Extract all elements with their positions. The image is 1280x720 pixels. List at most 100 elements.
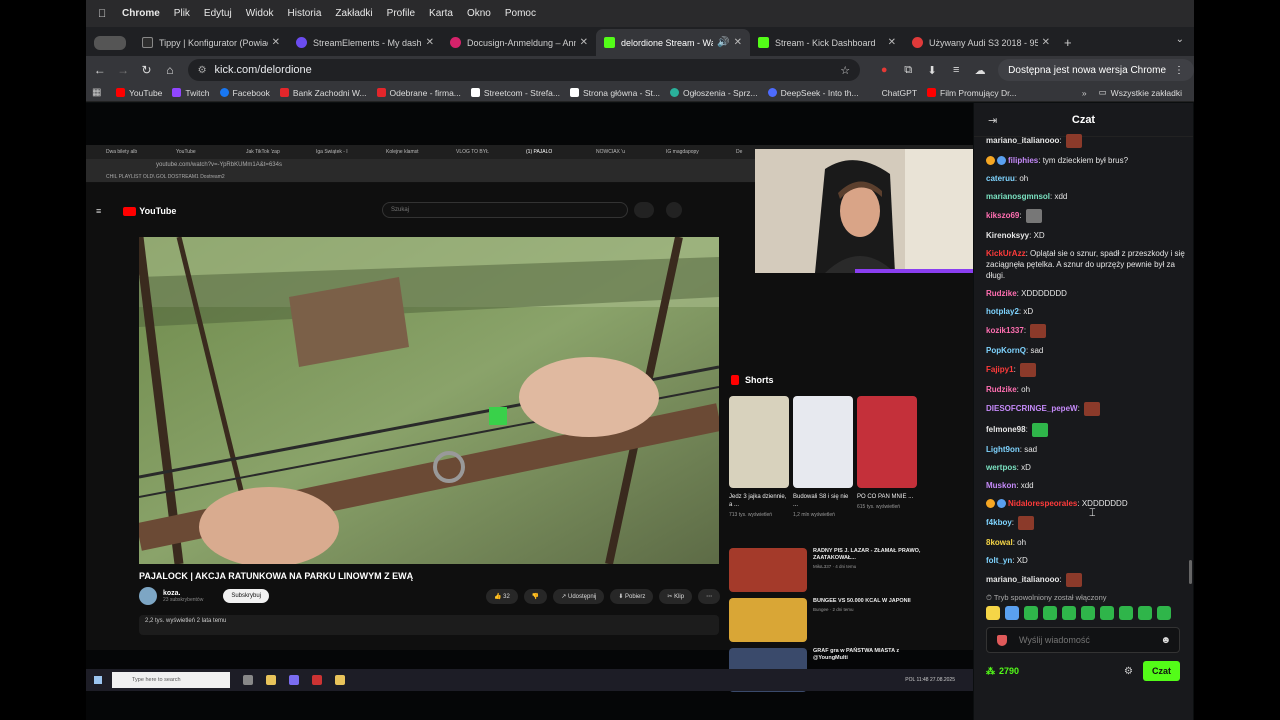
menu-widok[interactable]: Widok [246, 8, 274, 19]
tab-kick-dashboard[interactable]: Stream - Kick Dashboard ✕ [750, 29, 904, 56]
home-icon[interactable]: ⌂ [158, 63, 181, 77]
bookmark-chatgpt[interactable]: ChatGPT [868, 88, 917, 98]
channel-points[interactable]: ⁂ 2790 [986, 666, 1019, 677]
all-bookmarks-label: Wszystkie zakładki [1110, 87, 1182, 98]
bookmark-star-icon[interactable]: ☆ [840, 64, 850, 77]
chat-username[interactable]: 8kowal [986, 538, 1013, 547]
captured-tab: VLOG TO BYŁ [456, 149, 489, 155]
record-extension-icon[interactable]: ● [872, 64, 896, 76]
close-icon[interactable]: ✕ [272, 37, 280, 48]
bookmark-streetcom[interactable]: Streetcom - Strefa... [470, 88, 560, 98]
chat-username[interactable]: Light9on [986, 445, 1020, 454]
tab-audi[interactable]: Używany Audi S3 2018 - 95 0 ✕ [904, 29, 1058, 56]
emote-icon[interactable] [1043, 606, 1057, 620]
chat-username[interactable]: f4kboy [986, 518, 1012, 527]
chat-username[interactable]: kikszo69 [986, 211, 1019, 220]
apps-grid-icon[interactable]: ▦ [92, 87, 116, 98]
site-info-icon[interactable]: ⚙ [198, 65, 207, 76]
chat-username[interactable]: Rudzike [986, 289, 1017, 298]
menu-edytuj[interactable]: Edytuj [204, 8, 232, 19]
tab-search-chevron-icon[interactable]: ⌄ [1176, 34, 1184, 45]
extensions-puzzle-icon[interactable]: ⧉ [896, 64, 920, 77]
menu-okno[interactable]: Okno [467, 8, 491, 19]
close-icon[interactable]: ✕ [1042, 37, 1050, 48]
chat-username[interactable]: Muskon [986, 481, 1016, 490]
menu-zakladki[interactable]: Zakładki [335, 8, 372, 19]
menu-pomoc[interactable]: Pomoc [505, 8, 536, 19]
chat-input-box[interactable]: ☻ [986, 627, 1180, 653]
bookmarks-overflow-icon[interactable]: » [1082, 88, 1087, 98]
menu-plik[interactable]: Plik [174, 8, 190, 19]
emote-icon[interactable] [1100, 606, 1114, 620]
close-icon[interactable]: ✕ [888, 37, 896, 48]
chat-username[interactable]: KickUrAzz [986, 249, 1026, 258]
bookmark-ogloszenia[interactable]: Ogłoszenia - Sprz... [669, 88, 758, 98]
back-icon[interactable]: ← [88, 63, 111, 77]
bookmark-twitch[interactable]: Twitch [172, 88, 210, 98]
menu-profile[interactable]: Profile [387, 8, 415, 19]
chat-username[interactable]: cateruu [986, 174, 1015, 183]
close-icon[interactable]: ✕ [426, 37, 434, 48]
chat-username[interactable]: Fajipy1 [986, 365, 1014, 374]
emote-icon[interactable] [1157, 606, 1171, 620]
bookmark-bank[interactable]: Bank Zachodni W... [279, 88, 367, 98]
apple-icon[interactable]:  [98, 8, 112, 20]
menu-app-name[interactable]: Chrome [122, 8, 160, 19]
chat-username[interactable]: marianosgmnsol [986, 192, 1050, 201]
chat-username[interactable]: filiphies [1008, 156, 1038, 165]
chat-scrollbar[interactable] [1189, 560, 1192, 584]
bookmark-deepseek[interactable]: DeepSeek - Into th... [767, 88, 859, 98]
send-chat-button[interactable]: Czat [1142, 661, 1180, 681]
tab-docusign[interactable]: Docusign-Anmeldung – Anm ✕ [442, 29, 596, 56]
bookmark-strona-glowna[interactable]: Strona główna - St... [569, 88, 660, 98]
new-tab-icon[interactable]: + [1064, 35, 1072, 50]
tab-delordione-stream[interactable]: delordione Stream - Watc 🔊 ✕ [596, 29, 750, 56]
emote-xd-icon[interactable] [986, 606, 1000, 620]
download-icon[interactable]: ⬇ [920, 64, 944, 77]
more-menu-icon[interactable]: ⋮ [1174, 65, 1184, 76]
bookmark-youtube[interactable]: YouTube [116, 88, 162, 98]
bookmark-facebook[interactable]: Facebook [219, 88, 270, 98]
emoji-picker-icon[interactable]: ☻ [1160, 635, 1171, 646]
chat-username[interactable]: felmone98 [986, 425, 1026, 434]
emote-icon[interactable] [1119, 606, 1133, 620]
chat-username[interactable]: mariano_italianooo [986, 136, 1059, 145]
chat-message-input[interactable] [1019, 635, 1149, 645]
menu-karta[interactable]: Karta [429, 8, 453, 19]
close-icon[interactable]: ✕ [580, 37, 588, 48]
chat-username[interactable]: hotplay2 [986, 307, 1019, 316]
chat-username[interactable]: mariano_italianooo [986, 575, 1059, 584]
forward-icon[interactable]: → [111, 63, 134, 77]
chrome-update-button[interactable]: Dostępna jest nowa wersja Chrome ⋮ [998, 59, 1195, 81]
reload-icon[interactable]: ↻ [135, 63, 158, 77]
tab-tippy[interactable]: Tippy | Konfigurator (Powiad ✕ [134, 29, 288, 56]
chat-username[interactable]: Kirenoksyy [986, 231, 1029, 240]
stream-video-player[interactable]: Dwa bilety alb YouTube Jak TikTok 'zap I… [86, 103, 973, 720]
tab-pinned[interactable] [86, 29, 134, 56]
bookmark-film[interactable]: Film Promujący Dr... [927, 88, 1017, 98]
chat-username[interactable]: Nidalorespeorales [1008, 499, 1077, 508]
gear-icon[interactable]: ⚙ [1124, 666, 1133, 677]
chat-username[interactable]: folt_yn [986, 556, 1012, 565]
speaker-icon[interactable]: 🔊 [717, 37, 729, 48]
tab-streamelements[interactable]: StreamElements - My dashbo ✕ [288, 29, 442, 56]
media-control-icon[interactable]: ≡ [944, 64, 968, 76]
emote-icon[interactable] [1005, 606, 1019, 620]
collapse-chat-icon[interactable]: ⇥ [988, 114, 997, 127]
chat-username[interactable]: wertpos [986, 463, 1017, 472]
chat-username[interactable]: PopKornQ [986, 346, 1026, 355]
emote-icon[interactable] [1024, 606, 1038, 620]
chat-username[interactable]: Rudzike [986, 385, 1017, 394]
emote-icon[interactable] [1062, 606, 1076, 620]
chat-username[interactable]: DIESOFCRINGE_pepeW [986, 404, 1078, 413]
menu-historia[interactable]: Historia [288, 8, 322, 19]
close-icon[interactable]: ✕ [734, 37, 742, 48]
all-bookmarks[interactable]: ▭ Wszystkie zakładki [1099, 87, 1182, 98]
address-bar[interactable]: ⚙ kick.com/delordione ☆ [187, 59, 861, 81]
bookmark-odebrane[interactable]: Odebrane - firma... [376, 88, 461, 98]
emote-icon[interactable] [1138, 606, 1152, 620]
cloud-icon[interactable]: ☁ [968, 64, 992, 77]
chat-username[interactable]: kozik1337 [986, 326, 1024, 335]
short-views: 713 tys. wyświetleń [729, 512, 773, 518]
emote-icon[interactable] [1081, 606, 1095, 620]
